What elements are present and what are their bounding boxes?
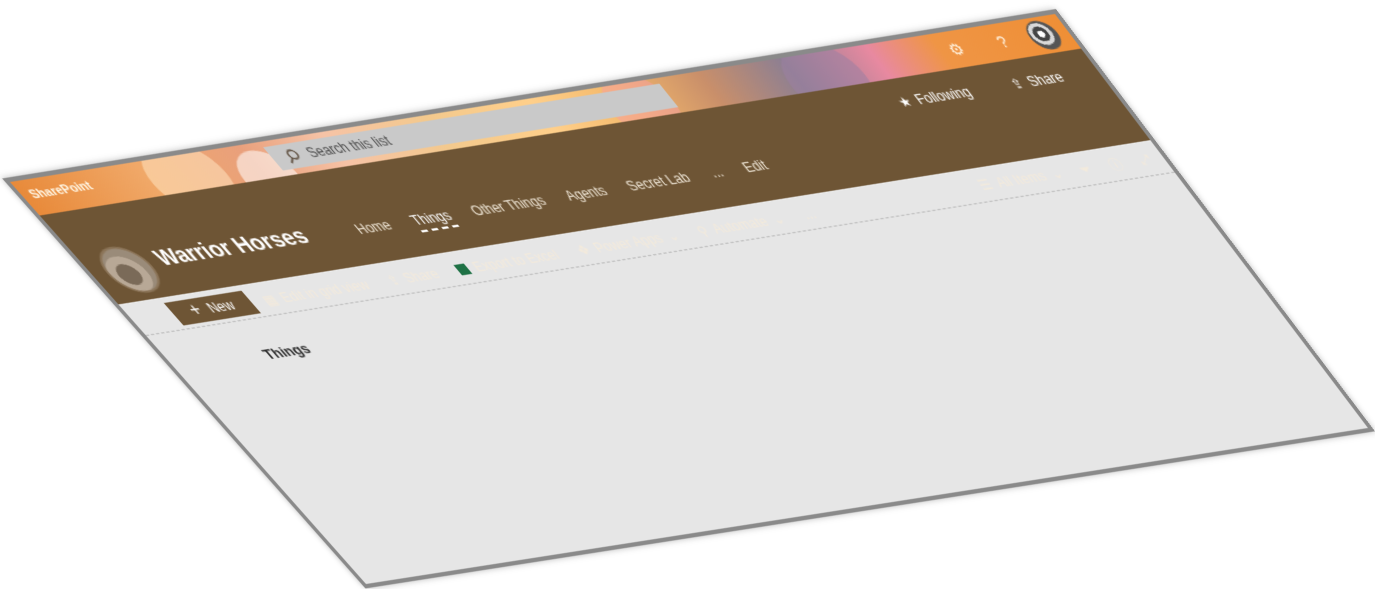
- search-icon: [279, 147, 306, 164]
- nav-edit-link[interactable]: Edit: [739, 157, 776, 179]
- site-share-button[interactable]: ⇪ Share: [1006, 69, 1068, 92]
- nav-item-things[interactable]: Things: [407, 208, 460, 233]
- list-title: Things: [258, 340, 315, 362]
- nav-item-agents[interactable]: Agents: [561, 183, 615, 208]
- nav-item-home[interactable]: Home: [351, 217, 400, 241]
- site-title[interactable]: Warrior Horses: [148, 224, 316, 271]
- nav-more-button[interactable]: ...: [705, 164, 731, 185]
- sharepoint-brand[interactable]: SharePoint: [26, 179, 97, 201]
- search-placeholder: Search this list: [302, 133, 396, 161]
- screenshot-stage: SharePoint Search this list ⚙ ? Warrior …: [0, 0, 1375, 589]
- following-button[interactable]: ★ Following: [893, 84, 975, 110]
- site-share-label: Share: [1023, 69, 1068, 89]
- new-item-label: New: [203, 298, 240, 316]
- nav-item-secret-lab[interactable]: Secret Lab: [622, 170, 697, 198]
- following-label: Following: [911, 84, 976, 107]
- sharepoint-page: SharePoint Search this list ⚙ ? Warrior …: [10, 14, 1368, 584]
- nav-item-other-things[interactable]: Other Things: [467, 193, 554, 223]
